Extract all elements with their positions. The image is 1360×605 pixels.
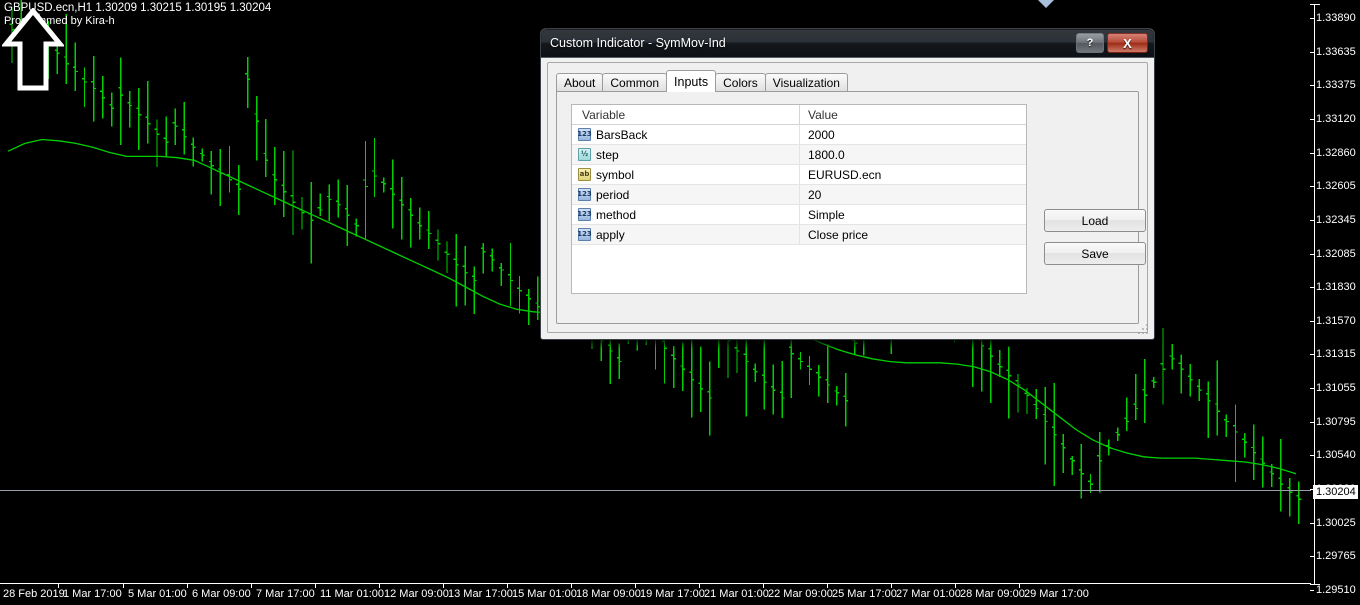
time-tick-label: 11 Mar 01:00 xyxy=(320,588,384,600)
time-tick-label: 28 Feb 2019 xyxy=(3,588,65,600)
table-row[interactable]: 123 period 20 xyxy=(572,185,1026,205)
cell-value[interactable]: 2000 xyxy=(800,125,1026,144)
cell-variable: 123 BarsBack xyxy=(572,125,800,144)
variable-name-label: apply xyxy=(596,228,625,242)
price-tick-label: 1.31570 xyxy=(1316,316,1356,327)
time-tick-label: 28 Mar 09:00 xyxy=(960,588,1025,600)
time-tick-label: 29 Mar 17:00 xyxy=(1024,588,1089,600)
time-tick-label: 7 Mar 17:00 xyxy=(256,588,315,600)
cell-variable: 123 period xyxy=(572,185,800,204)
time-tick-label: 12 Mar 09:00 xyxy=(384,588,449,600)
integer-type-icon: 123 xyxy=(578,208,591,221)
cell-value[interactable]: 1800.0 xyxy=(800,145,1026,164)
time-tick-label: 19 Mar 17:00 xyxy=(640,588,705,600)
time-tick-label: 22 Mar 09:00 xyxy=(768,588,833,600)
cell-variable: ab symbol xyxy=(572,165,800,184)
cell-variable: 123 method xyxy=(572,205,800,224)
tab-about[interactable]: About xyxy=(556,73,603,92)
time-tick-label: 13 Mar 17:00 xyxy=(448,588,513,600)
variable-name-label: symbol xyxy=(596,168,634,182)
price-tick-label: 1.33375 xyxy=(1316,80,1356,91)
cell-value[interactable]: 20 xyxy=(800,185,1026,204)
table-row[interactable]: 123 method Simple xyxy=(572,205,1026,225)
price-tick-label: 1.32605 xyxy=(1316,181,1356,192)
price-tick-label: 1.30540 xyxy=(1316,450,1356,461)
help-button[interactable]: ? xyxy=(1076,33,1104,53)
time-tick-label: 21 Mar 01:00 xyxy=(704,588,769,600)
variable-name-label: period xyxy=(596,188,629,202)
time-tick-label: 27 Mar 01:00 xyxy=(896,588,961,600)
time-tick-label: 5 Mar 01:00 xyxy=(128,588,187,600)
integer-type-icon: 123 xyxy=(578,228,591,241)
time-tick-label: 6 Mar 09:00 xyxy=(192,588,251,600)
chart-anchor-marker-icon xyxy=(1038,0,1054,8)
dialog-body: AboutCommonInputsColorsVisualization Var… xyxy=(547,62,1148,333)
tab-visualization[interactable]: Visualization xyxy=(765,73,848,92)
custom-indicator-dialog[interactable]: Custom Indicator - SymMov-Ind ? X AboutC… xyxy=(540,28,1155,340)
cell-variable: ½ step xyxy=(572,145,800,164)
load-button[interactable]: Load xyxy=(1044,209,1146,232)
column-header-variable: Variable xyxy=(572,105,800,124)
time-tick-label: 18 Mar 09:00 xyxy=(576,588,641,600)
dialog-titlebar[interactable]: Custom Indicator - SymMov-Ind ? X xyxy=(541,29,1154,58)
time-tick-label: 25 Mar 17:00 xyxy=(832,588,897,600)
variable-name-label: BarsBack xyxy=(596,128,647,142)
table-row[interactable]: 123 BarsBack 2000 xyxy=(572,125,1026,145)
table-row[interactable]: ½ step 1800.0 xyxy=(572,145,1026,165)
price-tick-label: 1.30025 xyxy=(1316,518,1356,529)
time-tick-label: 15 Mar 01:00 xyxy=(512,588,577,600)
parameters-table[interactable]: Variable Value 123 BarsBack 2000 ½ step 1800.… xyxy=(571,104,1027,294)
price-tick-label: 1.31055 xyxy=(1316,383,1356,394)
column-header-value: Value xyxy=(800,105,1026,124)
price-tick-label: 1.33120 xyxy=(1316,114,1356,125)
price-tick-label: 1.32085 xyxy=(1316,249,1356,260)
close-button[interactable]: X xyxy=(1107,33,1148,53)
arrow-up-annotation-icon xyxy=(2,8,64,92)
tabstrip[interactable]: AboutCommonInputsColorsVisualization xyxy=(556,71,847,92)
price-tick-label: 1.31830 xyxy=(1316,282,1356,293)
price-tick-label: 1.29765 xyxy=(1316,551,1356,562)
double-type-icon: ½ xyxy=(578,148,591,161)
save-button[interactable]: Save xyxy=(1044,242,1146,265)
price-tick-label: 1.31315 xyxy=(1316,349,1356,360)
table-row[interactable]: 123 apply Close price xyxy=(572,225,1026,245)
price-tick-label: 1.33890 xyxy=(1316,13,1356,24)
price-scale-top-cap xyxy=(1310,4,1320,5)
time-tick-label: 1 Mar 17:00 xyxy=(63,588,122,600)
tab-panel-inputs: Variable Value 123 BarsBack 2000 ½ step 1800.… xyxy=(556,91,1139,324)
price-tick-label: 1.32860 xyxy=(1316,148,1356,159)
tab-colors[interactable]: Colors xyxy=(715,73,766,92)
integer-type-icon: 123 xyxy=(578,188,591,201)
dialog-title: Custom Indicator - SymMov-Ind xyxy=(550,35,726,51)
price-scale[interactable]: 1.33890 1.33635 1.33375 1.33120 1.32860 1.326… xyxy=(1310,0,1360,605)
price-tick-label: 1.30795 xyxy=(1316,417,1356,428)
variable-name-label: method xyxy=(596,208,636,222)
integer-type-icon: 123 xyxy=(578,128,591,141)
price-tick-label: 1.33635 xyxy=(1316,47,1356,58)
tab-inputs[interactable]: Inputs xyxy=(666,70,716,92)
time-scale-axis-line xyxy=(0,583,1311,584)
time-scale[interactable]: 28 Feb 20191 Mar 17:00 5 Mar 01:00 6 Mar 0… xyxy=(0,583,1360,605)
tab-common[interactable]: Common xyxy=(602,73,667,92)
current-price-line xyxy=(0,490,1311,491)
price-tick-label: 1.32345 xyxy=(1316,215,1356,226)
cell-value[interactable]: Close price xyxy=(800,225,1026,244)
cell-variable: 123 apply xyxy=(572,225,800,244)
cell-value[interactable]: Simple xyxy=(800,205,1026,224)
current-price-badge: 1.30204 xyxy=(1313,485,1358,499)
table-row[interactable]: ab symbol EURUSD.ecn xyxy=(572,165,1026,185)
cell-value[interactable]: EURUSD.ecn xyxy=(800,165,1026,184)
variable-name-label: step xyxy=(596,148,619,162)
mt4-chart-window: GBPUSD.ecn,H1 1.30209 1.30215 1.30195 1.… xyxy=(0,0,1360,605)
string-type-icon: ab xyxy=(578,168,591,181)
table-header-row: Variable Value xyxy=(572,105,1026,125)
resize-grip-icon[interactable] xyxy=(1138,324,1150,336)
